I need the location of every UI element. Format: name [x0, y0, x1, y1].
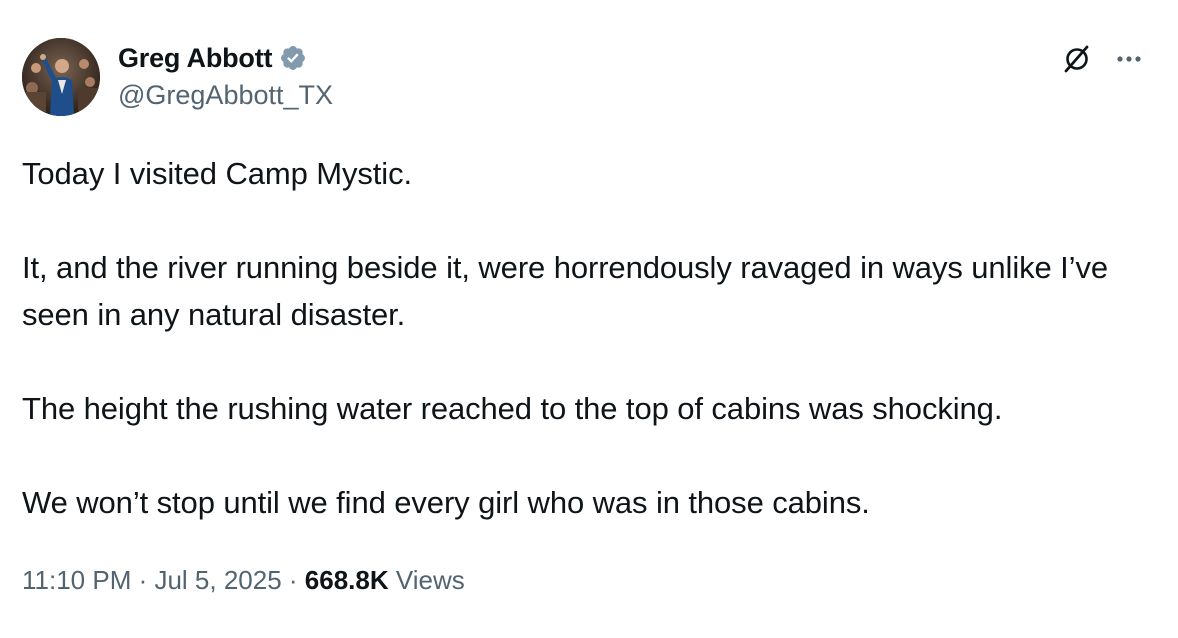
tweet-paragraph: Today I visited Camp Mystic. [22, 156, 412, 191]
tweet-date: Jul 5, 2025 [154, 565, 282, 595]
tweet-paragraph: We won’t stop until we find every girl w… [22, 485, 870, 520]
profile-photo-icon [22, 38, 100, 116]
author-display-name[interactable]: Greg Abbott [118, 43, 272, 74]
tweet-text: Today I visited Camp Mystic. It, and the… [22, 150, 1152, 526]
avatar[interactable] [22, 38, 100, 116]
tweet-meta: 11:10 PM · Jul 5, 2025 · 668.8K Views [22, 565, 465, 596]
views-label: Views [395, 565, 465, 595]
views-count: 668.8K [304, 565, 389, 595]
author-handle[interactable]: @GregAbbott_TX [118, 80, 333, 111]
verified-badge-icon[interactable] [279, 44, 307, 72]
tweet-card: Greg Abbott @GregAbbott_TX Today I visit… [0, 0, 1178, 638]
tweet-paragraph: It, and the river running beside it, wer… [22, 250, 1109, 332]
views-link[interactable]: 668.8K Views [305, 565, 465, 595]
tweet-timestamp[interactable]: 11:10 PM · Jul 5, 2025 [22, 565, 282, 595]
meta-separator: · [131, 565, 155, 595]
tweet-paragraph: The height the rushing water reached to … [22, 391, 1003, 426]
more-options-icon[interactable] [1114, 44, 1144, 74]
author-name-row: Greg Abbott [118, 42, 307, 74]
meta-separator: · [281, 565, 305, 595]
grok-icon[interactable] [1062, 44, 1092, 74]
tweet-time: 11:10 PM [22, 565, 132, 595]
